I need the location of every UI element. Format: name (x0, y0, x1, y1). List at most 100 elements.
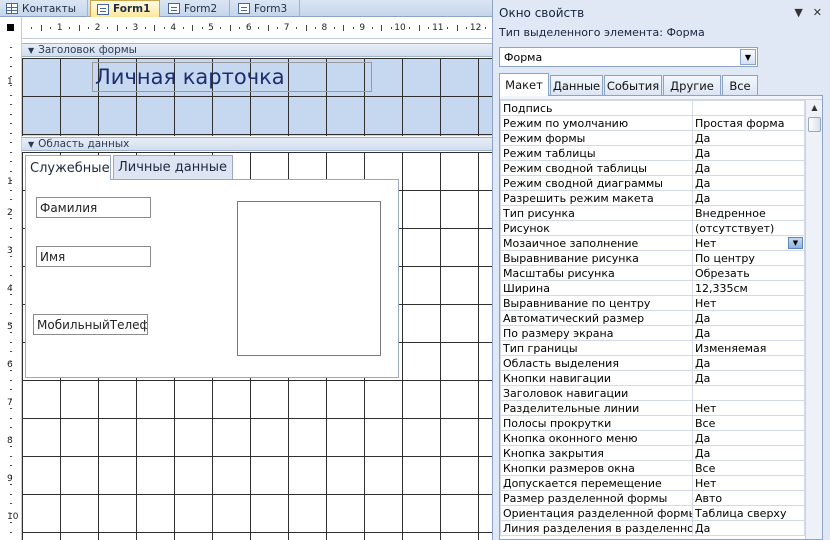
property-value[interactable]: Все (692, 460, 805, 476)
property-value[interactable]: Да (692, 520, 805, 536)
property-name: Кнопка закрытия (500, 445, 693, 461)
form-selector[interactable] (0, 17, 22, 39)
object-selector[interactable]: Форма ▼ (499, 47, 758, 67)
tab-sobytiya[interactable]: События (604, 75, 662, 95)
chevron-down-icon[interactable]: ▼ (740, 49, 756, 65)
property-value[interactable]: Да (692, 445, 805, 461)
property-row[interactable]: Выравнивание рисунка По центру (500, 250, 805, 266)
property-row[interactable]: Кнопки размеров окна Все (500, 460, 805, 476)
property-value[interactable]: Да (692, 370, 805, 386)
property-value[interactable]: Да (692, 430, 805, 446)
property-row[interactable]: Кнопка оконного меню Да (500, 430, 805, 446)
property-sheet-title-text: Окно свойств (499, 6, 585, 20)
property-value[interactable]: Да (692, 130, 805, 146)
property-name: Режим сводной диаграммы (500, 175, 693, 191)
tab-kontakty[interactable]: Контакты (0, 0, 88, 17)
tab-control[interactable]: Служебные Личные данные Фамилия Имя Моби… (25, 155, 399, 378)
tab-dannye[interactable]: Данные (550, 75, 603, 95)
property-row[interactable]: Кнопки навигации Да (500, 370, 805, 386)
property-row[interactable]: Разрешить режим макета Да (500, 190, 805, 206)
property-row[interactable]: Рисунок (отсутствует) (500, 220, 805, 236)
tab-form1[interactable]: Form1 (90, 0, 160, 17)
detail-section-bar[interactable]: ▼ Область данных (22, 137, 492, 151)
property-row[interactable]: Допускается перемещение Нет (500, 475, 805, 491)
tab-form2[interactable]: Form2 (162, 0, 230, 17)
tab-form3[interactable]: Form3 (232, 0, 300, 17)
property-value[interactable] (692, 385, 805, 401)
property-value-text: Да (695, 311, 711, 325)
property-value[interactable]: Да (692, 325, 805, 341)
property-value-text: Нет (695, 401, 717, 415)
section-label: Заголовок формы (38, 44, 137, 56)
property-row[interactable]: Кнопка закрытия Да (500, 445, 805, 461)
property-row[interactable]: Тип рисунка Внедренное (500, 205, 805, 221)
property-row[interactable]: Масштабы рисунка Обрезать (500, 265, 805, 281)
section-arrow-icon: ▼ (28, 139, 35, 149)
property-row[interactable]: Область выделения Да (500, 355, 805, 371)
tab-sluzhebnye[interactable]: Служебные (25, 155, 111, 180)
detail-area[interactable]: Служебные Личные данные Фамилия Имя Моби… (22, 152, 492, 540)
property-row[interactable]: По размеру экрана Да (500, 325, 805, 341)
property-row[interactable]: Выравнивание по центру Нет (500, 295, 805, 311)
tab-drugie[interactable]: Другие (663, 75, 721, 95)
property-value[interactable]: Нет (692, 400, 805, 416)
tab-maket[interactable]: Макет (499, 73, 549, 96)
property-row[interactable]: Полосы прокрутки Все (500, 415, 805, 431)
property-value-text: Да (695, 161, 711, 175)
form-header-area[interactable]: Личная карточка (22, 58, 492, 136)
property-row[interactable]: Заголовок навигации (500, 385, 805, 401)
property-value[interactable]: Изменяемая (692, 340, 805, 356)
property-value[interactable]: Да (692, 175, 805, 191)
scroll-up-icon[interactable]: ▲ (806, 100, 822, 114)
property-row[interactable]: Разделительные линии Нет (500, 400, 805, 416)
property-row[interactable]: Мозаичное заполнение Нет ▼ (500, 235, 805, 251)
property-value[interactable]: Нет ▼ (692, 235, 805, 251)
property-row[interactable]: Режим формы Да (500, 130, 805, 146)
header-section-bar[interactable]: ▼ Заголовок формы (22, 43, 492, 57)
property-row[interactable]: Режим сводной таблицы Да (500, 160, 805, 176)
tab-vse[interactable]: Все (722, 75, 758, 95)
property-value[interactable]: Внедренное (692, 205, 805, 221)
dropdown-arrow-icon[interactable]: ▼ (794, 6, 802, 19)
tab-lichnye-dannye[interactable]: Личные данные (113, 155, 233, 179)
close-icon[interactable]: ✕ (813, 6, 822, 19)
property-row[interactable]: Линия разделения в разделенной формеДа (500, 520, 805, 536)
property-value[interactable]: Да (692, 310, 805, 326)
name-field[interactable]: Имя (36, 246, 151, 267)
property-value[interactable]: Нет (692, 295, 805, 311)
property-value[interactable]: Простая форма (692, 115, 805, 131)
property-row[interactable]: Режим сводной диаграммы Да (500, 175, 805, 191)
form-title-label[interactable]: Личная карточка (92, 62, 372, 92)
property-value[interactable] (692, 100, 805, 116)
property-value[interactable]: Да (692, 145, 805, 161)
property-value[interactable]: Авто (692, 490, 805, 506)
mobile-phone-field[interactable]: МобильныйТелеф (33, 314, 148, 335)
property-row[interactable]: Режим таблицы Да (500, 145, 805, 161)
ruler-number: 6 (245, 23, 252, 33)
property-value[interactable]: Да (692, 355, 805, 371)
property-value[interactable]: Да (692, 160, 805, 176)
property-value[interactable]: Да (692, 190, 805, 206)
scroll-thumb[interactable] (808, 117, 821, 132)
property-value[interactable]: Нет (692, 475, 805, 491)
ruler-number: 5 (208, 23, 214, 33)
property-value[interactable]: По центру (692, 250, 805, 266)
property-value[interactable]: (отсутствует) (692, 220, 805, 236)
property-value[interactable]: Таблица сверху (692, 505, 805, 521)
chevron-down-icon[interactable]: ▼ (788, 237, 803, 249)
property-row[interactable]: Режим по умолчанию Простая форма (500, 115, 805, 131)
property-row[interactable]: Подпись (500, 100, 805, 116)
property-row[interactable]: Ширина 12,335см (500, 280, 805, 296)
property-value-text: 12,335см (695, 281, 748, 295)
property-row[interactable]: Тип границы Изменяемая (500, 340, 805, 356)
surname-field[interactable]: Фамилия (36, 197, 151, 218)
vertical-scrollbar[interactable]: ▲ (805, 100, 822, 539)
property-row[interactable]: Размер разделенной формы Авто (500, 490, 805, 506)
property-value[interactable]: Обрезать (692, 265, 805, 281)
image-frame[interactable] (237, 201, 381, 356)
property-row[interactable]: Ориентация разделенной формы Таблица свер… (500, 505, 805, 521)
property-value[interactable]: 12,335см (692, 280, 805, 296)
property-value-text: Нет (695, 476, 717, 490)
property-value[interactable]: Все (692, 415, 805, 431)
property-row[interactable]: Автоматический размер Да (500, 310, 805, 326)
